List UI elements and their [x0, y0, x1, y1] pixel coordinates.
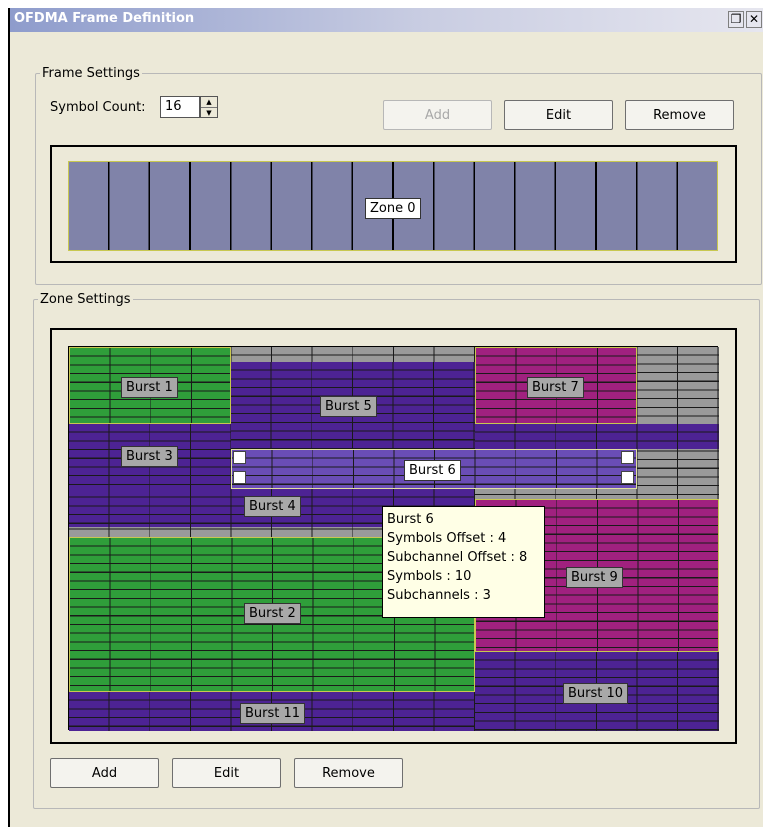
zone-0-label: Zone 0	[365, 198, 421, 219]
tooltip-line-symbols-offset: Symbols Offset : 4	[387, 531, 507, 546]
resize-handle-bottom-right[interactable]	[621, 471, 634, 484]
burst-4-label: Burst 4	[244, 496, 301, 517]
burst-6-label: Burst 6	[404, 460, 461, 481]
symbol-count-input[interactable]: 16	[160, 96, 200, 118]
resize-handle-top-left[interactable]	[233, 451, 246, 464]
burst-9-label: Burst 9	[566, 567, 623, 588]
spin-down-icon[interactable]: ▼	[201, 108, 217, 118]
burst-10-label: Burst 10	[563, 683, 629, 704]
zone-settings-legend: Zone Settings	[40, 292, 131, 307]
symbol-count-stepper[interactable]: ▲ ▼	[200, 96, 218, 118]
resize-handle-top-right[interactable]	[621, 451, 634, 464]
burst-2-label: Burst 2	[244, 603, 301, 624]
zone-remove-button[interactable]: Remove	[294, 758, 403, 788]
resize-handle-bottom-left[interactable]	[233, 471, 246, 484]
burst-tooltip: Burst 6 Symbols Offset : 4 Subchannel Of…	[382, 506, 545, 618]
close-icon[interactable]: ✕	[746, 11, 762, 28]
tooltip-line-subchannels: Subchannels : 3	[387, 588, 491, 603]
frame-remove-button[interactable]: Remove	[625, 100, 734, 130]
window-title: OFDMA Frame Definition	[14, 11, 195, 26]
burst-band-block	[475, 424, 719, 449]
tooltip-line-title: Burst 6	[387, 512, 434, 527]
frame-edit-button[interactable]: Edit	[504, 100, 613, 130]
frame-settings-legend: Frame Settings	[42, 66, 140, 81]
spin-up-icon[interactable]: ▲	[201, 97, 217, 108]
frame-add-button[interactable]: Add	[383, 100, 492, 130]
restore-icon[interactable]: ❐	[728, 11, 744, 28]
tooltip-line-subchannel-offset: Subchannel Offset : 8	[387, 550, 528, 565]
burst-3-label: Burst 3	[121, 446, 178, 467]
zone-edit-button[interactable]: Edit	[172, 758, 281, 788]
burst-11-label: Burst 11	[240, 703, 306, 724]
burst-5-label: Burst 5	[320, 396, 377, 417]
tooltip-line-symbols: Symbols : 10	[387, 569, 472, 584]
title-bar[interactable]: OFDMA Frame Definition ❐ ✕	[10, 8, 763, 32]
symbol-count-label: Symbol Count:	[50, 100, 146, 115]
burst-7-label: Burst 7	[527, 377, 584, 398]
zone-add-button[interactable]: Add	[50, 758, 159, 788]
burst-1-label: Burst 1	[121, 377, 178, 398]
